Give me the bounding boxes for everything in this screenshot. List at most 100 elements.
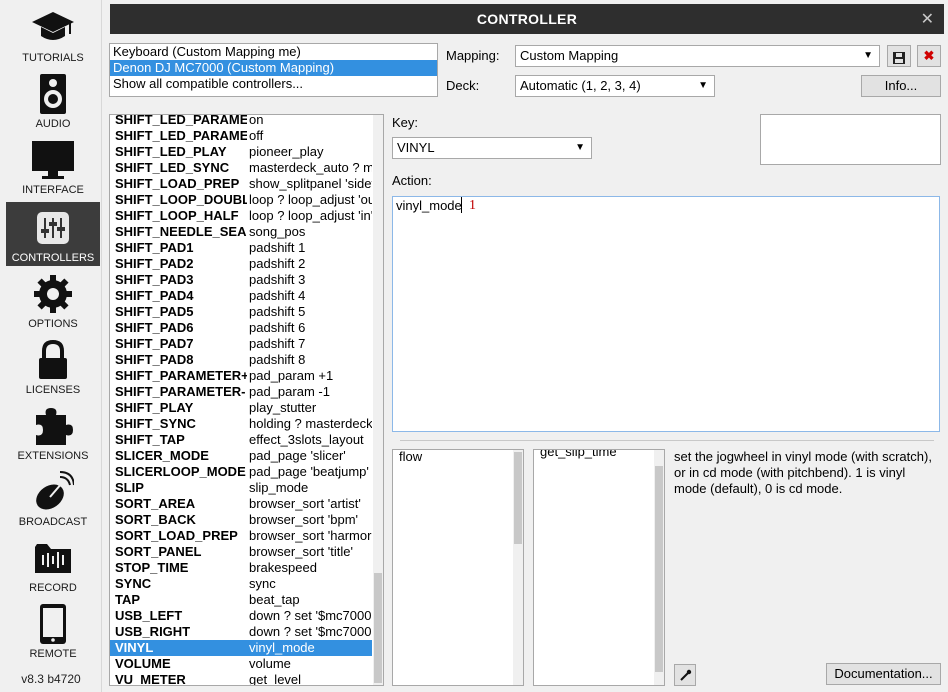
keymap-row[interactable]: SHIFT_NEEDLE_SEA song_pos <box>110 224 372 240</box>
keymap-row[interactable]: SHIFT_SYNC holding ? masterdeck <box>110 416 372 432</box>
keymap-key: SLIP <box>115 480 144 495</box>
documentation-button[interactable]: Documentation... <box>826 663 941 685</box>
keymap-row[interactable]: SHIFT_PAD6 padshift 6 <box>110 320 372 336</box>
keymap-row[interactable]: STOP_TIME brakespeed <box>110 560 372 576</box>
window-titlebar: CONTROLLER ✕ <box>110 4 944 34</box>
categories-list[interactable]: flowparamrepeatskinsystemvariableswindow… <box>392 449 524 686</box>
keymap-row[interactable]: VU_METER get_level <box>110 672 372 685</box>
keymap-row[interactable]: SLICER_MODE pad_page 'slicer' <box>110 448 372 464</box>
keymap-row[interactable]: SHIFT_PAD4 padshift 4 <box>110 288 372 304</box>
keymap-row[interactable]: SORT_BACK browser_sort 'bpm' <box>110 512 372 528</box>
keymap-row[interactable]: SHIFT_PAD5 padshift 5 <box>110 304 372 320</box>
keymap-row[interactable]: SHIFT_LOOP_HALF loop ? loop_adjust 'in' <box>110 208 372 224</box>
categories-scrollbar[interactable] <box>513 450 523 685</box>
keymap-action: padshift 8 <box>249 352 306 367</box>
keymap-row[interactable]: SHIFT_LED_PLAY pioneer_play <box>110 144 372 160</box>
controllers-list[interactable]: Keyboard (Custom Mapping me) Denon DJ MC… <box>109 43 438 97</box>
eyedropper-icon <box>679 668 692 688</box>
info-button[interactable]: Info... <box>861 75 941 97</box>
verb-item[interactable]: get_slip_time <box>537 450 656 460</box>
sidebar-item-tutorials[interactable]: TUTORIALS <box>6 2 100 66</box>
sidebar-item-interface[interactable]: INTERFACE <box>6 134 100 198</box>
controller-item[interactable]: Show all compatible controllers... <box>110 76 437 92</box>
keymap-row[interactable]: SHIFT_PLAY play_stutter <box>110 400 372 416</box>
sidebar-item-options[interactable]: OPTIONS <box>6 268 100 332</box>
keymap-row[interactable]: TAP beat_tap <box>110 592 372 608</box>
chevron-down-icon: ▼ <box>575 142 585 153</box>
sidebar-item-licenses[interactable]: LICENSES <box>6 334 100 398</box>
action-editor[interactable]: vinyl_mode 1 <box>392 196 940 432</box>
category-item[interactable]: flow <box>396 450 515 465</box>
keymap-row[interactable]: SHIFT_PAD3 padshift 3 <box>110 272 372 288</box>
keymap-row[interactable]: USB_RIGHT down ? set '$mc7000 <box>110 624 372 640</box>
keymap-scrollbar-thumb[interactable] <box>374 573 382 683</box>
keymap-action: pad_param +1 <box>249 368 334 383</box>
sidebar-item-broadcast[interactable]: BROADCAST <box>6 466 100 530</box>
keymap-row[interactable]: SHIFT_LOOP_DOUBL loop ? loop_adjust 'ou <box>110 192 372 208</box>
sidebar-item-record[interactable]: RECORD <box>6 532 100 596</box>
keymap-key: SHIFT_PAD4 <box>115 288 194 303</box>
keymap-row[interactable]: SHIFT_PARAMETER+ pad_param +1 <box>110 368 372 384</box>
verbs-scrollbar[interactable] <box>654 450 664 685</box>
keymap-key: SHIFT_LOOP_DOUBL <box>115 192 247 207</box>
sidebar-item-remote[interactable]: REMOTE <box>6 598 100 662</box>
keymap-scrollbar[interactable] <box>373 115 383 685</box>
keymap-row[interactable]: SHIFT_PAD1 padshift 1 <box>110 240 372 256</box>
keymap-key: SORT_PANEL <box>115 544 202 559</box>
keymap-key: SHIFT_LOOP_HALF <box>115 208 239 223</box>
keymap-row[interactable]: SLICERLOOP_MODE pad_page 'beatjump' <box>110 464 372 480</box>
picker-button[interactable] <box>674 664 696 686</box>
keymap-row[interactable]: SHIFT_PAD7 padshift 7 <box>110 336 372 352</box>
keymap-action: show_splitpanel 'sidev <box>249 176 372 191</box>
keymap-row[interactable]: SHIFT_LED_PARAME on <box>110 115 372 128</box>
divider <box>400 440 934 441</box>
keymap-key: USB_LEFT <box>115 608 183 623</box>
action-text: vinyl_mode <box>396 198 462 213</box>
keymap-row[interactable]: USB_LEFT down ? set '$mc7000 <box>110 608 372 624</box>
keymap-action: browser_sort 'artist' <box>249 496 361 511</box>
categories-scrollbar-thumb[interactable] <box>514 452 522 544</box>
keymap-key: SHIFT_PAD8 <box>115 352 194 367</box>
puzzle-icon <box>6 404 100 448</box>
keymap-row[interactable]: VOLUME volume <box>110 656 372 672</box>
keymap-list[interactable]: SHIFT_LED_PARAME on SHIFT_LED_PARAME off SHI… <box>109 114 384 686</box>
keymap-row[interactable]: SHIFT_LOAD_PREP show_splitpanel 'sidev <box>110 176 372 192</box>
keymap-row[interactable]: SORT_PANEL browser_sort 'title' <box>110 544 372 560</box>
sliders-icon <box>6 206 100 250</box>
keymap-row[interactable]: SLIP slip_mode <box>110 480 372 496</box>
sidebar-item-controllers[interactable]: CONTROLLERS <box>6 202 100 266</box>
keymap-key: SHIFT_PAD3 <box>115 272 194 287</box>
keymap-row[interactable]: SHIFT_TAP effect_3slots_layout <box>110 432 372 448</box>
keymap-action: browser_sort 'harmor <box>249 528 372 543</box>
deck-select[interactable]: Automatic (1, 2, 3, 4) ▼ <box>515 75 715 97</box>
controller-item[interactable]: Denon DJ MC7000 (Custom Mapping) <box>110 60 437 76</box>
controller-item[interactable]: Keyboard (Custom Mapping me) <box>110 44 437 60</box>
keymap-key: SHIFT_LOAD_PREP <box>115 176 240 191</box>
sidebar-item-extensions[interactable]: EXTENSIONS <box>6 400 100 464</box>
keymap-row[interactable]: SYNC sync <box>110 576 372 592</box>
close-icon[interactable]: ✕ <box>921 9 934 29</box>
keymap-row[interactable]: SORT_LOAD_PREP browser_sort 'harmor <box>110 528 372 544</box>
delete-mapping-button[interactable]: ✖ <box>917 45 941 67</box>
keymap-key: SHIFT_PAD1 <box>115 240 194 255</box>
keymap-row[interactable]: SHIFT_PAD2 padshift 2 <box>110 256 372 272</box>
verbs-scrollbar-thumb[interactable] <box>655 466 663 672</box>
sidebar-item-audio[interactable]: AUDIO <box>6 68 100 132</box>
keymap-key: SLICERLOOP_MODE <box>115 464 246 479</box>
verbs-list[interactable]: get_slip_timeholdjogwheelmotorwheelnudge… <box>533 449 665 686</box>
keymap-action: holding ? masterdeck <box>249 416 372 431</box>
keymap-row[interactable]: SHIFT_LED_PARAME off <box>110 128 372 144</box>
keymap-row[interactable]: SORT_AREA browser_sort 'artist' <box>110 496 372 512</box>
save-mapping-button[interactable] <box>887 45 911 67</box>
keymap-row[interactable]: SHIFT_LED_SYNC masterdeck_auto ? m <box>110 160 372 176</box>
key-select[interactable]: VINYL ▼ <box>392 137 592 159</box>
keymap-row[interactable]: SHIFT_PARAMETER-pad_param -1 <box>110 384 372 400</box>
keymap-key: SHIFT_LED_PARAME <box>115 128 247 143</box>
keymap-action: down ? set '$mc7000 <box>249 624 372 639</box>
keymap-action: padshift 3 <box>249 272 306 287</box>
deck-value: Automatic (1, 2, 3, 4) <box>520 78 641 93</box>
mapping-select[interactable]: Custom Mapping ▼ <box>515 45 880 67</box>
keymap-key: SHIFT_LED_PLAY <box>115 144 227 159</box>
keymap-row[interactable]: SHIFT_PAD8 padshift 8 <box>110 352 372 368</box>
keymap-row[interactable]: VINYL vinyl_mode <box>110 640 372 656</box>
